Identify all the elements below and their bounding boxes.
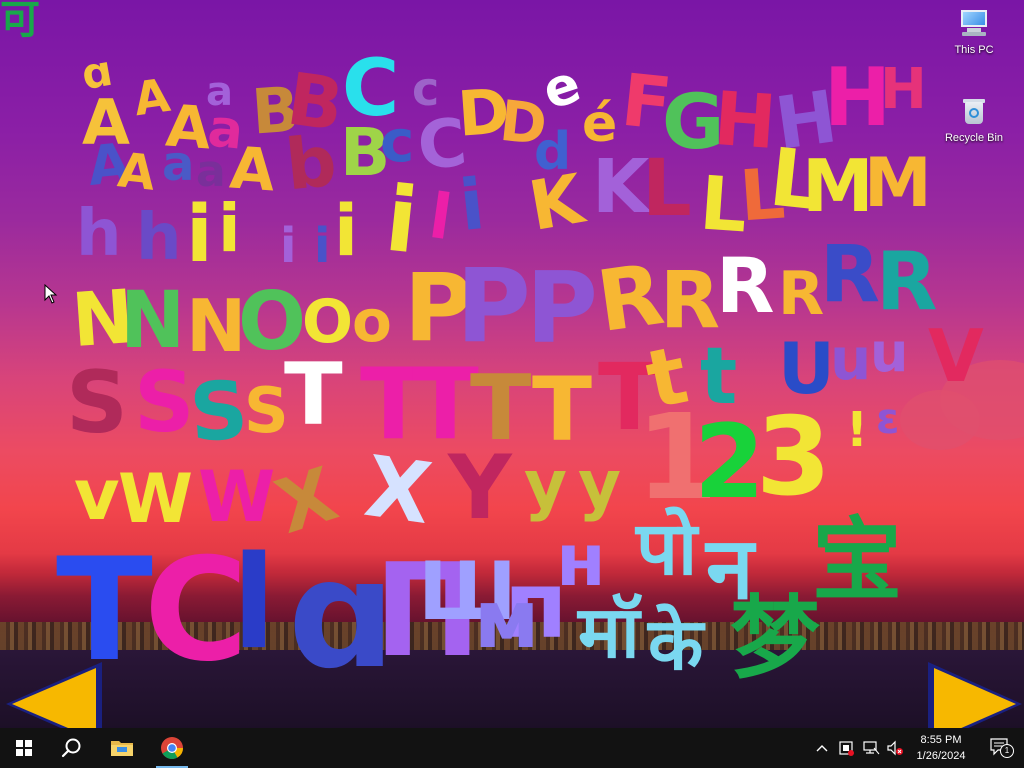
wallpaper-letter: R xyxy=(778,259,825,329)
wallpaper-letter: P xyxy=(456,247,531,366)
wallpaper-letter: R xyxy=(591,244,670,352)
wallpaper-letter: м xyxy=(474,573,540,666)
wallpaper-letter: H xyxy=(711,75,779,167)
wallpaper-letter: X xyxy=(359,436,438,544)
wallpaper-letter: i xyxy=(314,218,331,274)
wallpaper-letter: N xyxy=(120,276,186,366)
wallpaper-letter: T xyxy=(532,358,593,461)
start-button[interactable] xyxy=(0,728,48,768)
wallpaper-letter: R xyxy=(820,230,881,320)
wallpaper-letter: b xyxy=(281,119,341,207)
volume-tray-button[interactable] xyxy=(884,728,906,768)
wallpaper-letter: S xyxy=(134,353,195,451)
shield-warning-icon xyxy=(839,741,854,756)
wallpaper-letter: V xyxy=(928,314,984,398)
recycle-bin-icon xyxy=(958,96,990,128)
wallpaper-letter: K xyxy=(523,160,590,247)
wallpaper-letter: l xyxy=(425,178,457,255)
wallpaper-letter: н xyxy=(556,518,606,602)
search-icon xyxy=(61,738,81,758)
wallpaper-letter: R xyxy=(716,241,775,330)
wallpaper-letter: M xyxy=(802,144,874,228)
this-pc-desktop-icon[interactable]: This PC xyxy=(939,8,1009,56)
wallpaper-letter: W xyxy=(118,460,194,539)
wallpaper-letter: a xyxy=(196,146,226,197)
network-tray-button[interactable] xyxy=(860,728,882,768)
desktop: ɑAAAaaBBCcDDeéFGHHHHAAaaAbBcCdhhiiiiiili… xyxy=(0,0,1024,728)
wallpaper-letter: W xyxy=(198,456,276,538)
wallpaper-letter: i xyxy=(455,162,489,248)
wallpaper-letter: L xyxy=(642,144,692,234)
this-pc-icon xyxy=(958,8,990,40)
wallpaper-letter: 宝 xyxy=(812,508,902,613)
wallpaper-letter: पो xyxy=(636,506,698,592)
security-tray-button[interactable] xyxy=(836,728,856,768)
wallpaper-letter: h xyxy=(136,201,182,275)
wallpaper-letter: a xyxy=(162,136,195,192)
search-button[interactable] xyxy=(48,728,96,768)
wallpaper-letter: K xyxy=(592,144,650,230)
wallpaper-letter: R xyxy=(660,256,721,346)
recycle-bin-desktop-icon[interactable]: Recycle Bin xyxy=(939,96,1009,144)
wallpaper-letter: M xyxy=(864,144,932,223)
wallpaper-letter: c xyxy=(380,107,415,175)
wallpaper-letter: h xyxy=(76,197,122,271)
wallpaper-letter: मॉ xyxy=(578,590,640,674)
wallpaper-letter: Y xyxy=(448,436,512,539)
wallpaper-letter: P xyxy=(526,252,598,366)
wallpaper-letter: S xyxy=(244,374,289,447)
show-hidden-icons-icon xyxy=(816,745,828,752)
taskbar-clock[interactable]: 8:55 PM 1/26/2024 xyxy=(906,732,976,764)
wallpaper-letter: T xyxy=(56,528,153,693)
wallpaper-letter: ! xyxy=(846,402,868,458)
taskbar: 8:55 PM 1/26/2024 1 xyxy=(0,728,1024,768)
file-explorer-icon xyxy=(111,741,133,756)
wallpaper-letter: u xyxy=(870,321,909,384)
clock-date: 1/26/2024 xyxy=(916,750,966,762)
wallpaper-letter: i xyxy=(218,190,241,267)
wallpaper-letter: T xyxy=(284,345,343,445)
network-icon xyxy=(863,741,880,755)
wallpaper-letter: H xyxy=(880,57,927,122)
wallpaper-letter: u xyxy=(830,325,872,393)
notification-center-button[interactable]: 1 xyxy=(990,738,1014,758)
wallpaper-letter: 梦 xyxy=(730,586,820,691)
start-icon xyxy=(16,740,32,756)
next-arrow-icon[interactable] xyxy=(934,668,1016,728)
wallpaper-letter: y xyxy=(578,446,622,523)
wallpaper-letter: 可 xyxy=(0,0,40,43)
show-hidden-icons-button[interactable] xyxy=(812,728,832,768)
wallpaper-letter: é xyxy=(582,94,618,154)
wallpaper-letter: S xyxy=(66,353,128,453)
wallpaper-letter: U xyxy=(778,328,835,410)
taskbar-file-explorer[interactable] xyxy=(98,728,146,768)
wallpaper-letter: 2 xyxy=(694,403,765,522)
wallpaper-letter: O xyxy=(302,287,354,357)
wallpaper-letter: o xyxy=(352,287,392,355)
chrome-icon xyxy=(161,737,183,759)
taskbar-chrome[interactable] xyxy=(148,728,196,768)
wallpaper-letter: i xyxy=(334,190,358,272)
wallpaper-letter: के xyxy=(648,602,704,686)
this-pc-label: This PC xyxy=(954,44,994,56)
wallpaper-letter: l xyxy=(232,529,276,678)
wallpaper-letter: c xyxy=(412,62,440,116)
wallpaper-letter: ɛ xyxy=(876,394,900,443)
wallpaper-letter: i xyxy=(280,218,297,274)
wallpaper-letter: i xyxy=(186,190,213,280)
wallpaper-letter: y xyxy=(524,446,568,523)
wallpaper-letter: 3 xyxy=(756,395,832,520)
wallpaper-letter: S xyxy=(186,363,251,460)
volume-muted-icon xyxy=(887,740,903,756)
cloud-decoration xyxy=(900,390,980,450)
wallpaper-letter: v xyxy=(74,454,120,536)
recycle-bin-label: Recycle Bin xyxy=(944,132,1004,144)
wallpaper-letter: A xyxy=(115,142,158,202)
notification-count-badge: 1 xyxy=(1000,744,1014,758)
previous-arrow-icon[interactable] xyxy=(12,668,96,728)
wallpaper-letter: R xyxy=(876,235,938,328)
clock-time: 8:55 PM xyxy=(920,734,962,746)
